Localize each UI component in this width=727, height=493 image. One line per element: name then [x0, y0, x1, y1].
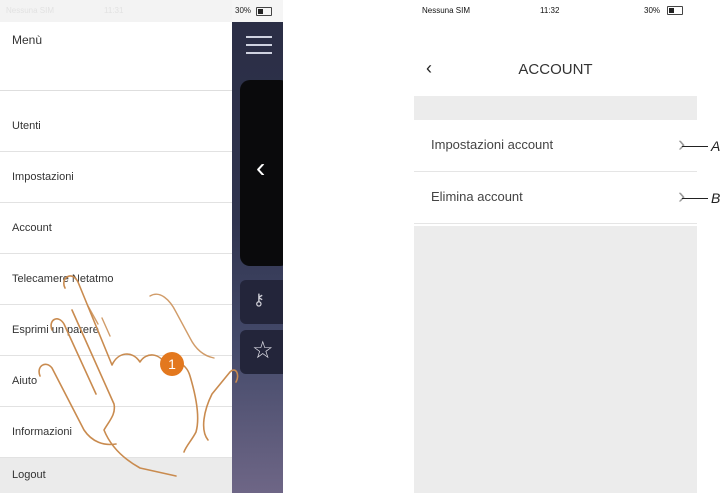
impostazioni-account-row[interactable]: Impostazioni account ›	[414, 120, 697, 172]
elimina-account-row[interactable]: Elimina account ›	[414, 172, 697, 224]
row-chevron-icon: ›	[678, 183, 686, 208]
carrier-text: Nessuna SIM	[422, 6, 471, 15]
clock-text: 11:32	[540, 6, 560, 15]
row-label: Impostazioni account	[431, 137, 554, 152]
navigation-bar	[414, 22, 697, 96]
step-badge: 1	[160, 352, 184, 376]
left-phone-screen: Nessuna SIM 11:31 Menù Utenti Impostazio…	[0, 0, 283, 493]
page-title: ACCOUNT	[518, 61, 593, 78]
row-label: Elimina account	[431, 189, 523, 204]
pointing-hand-illustration	[38, 275, 239, 477]
battery-icon	[667, 6, 683, 15]
callout-a: A	[711, 138, 721, 154]
status-bar: Nessuna SIM 11:32 30%	[414, 0, 697, 22]
callout-line-b	[682, 198, 708, 199]
callout-b: B	[711, 190, 721, 206]
callout-line-a	[682, 146, 708, 147]
row-chevron-icon: ›	[678, 131, 686, 156]
battery-percent: 30%	[644, 6, 661, 15]
